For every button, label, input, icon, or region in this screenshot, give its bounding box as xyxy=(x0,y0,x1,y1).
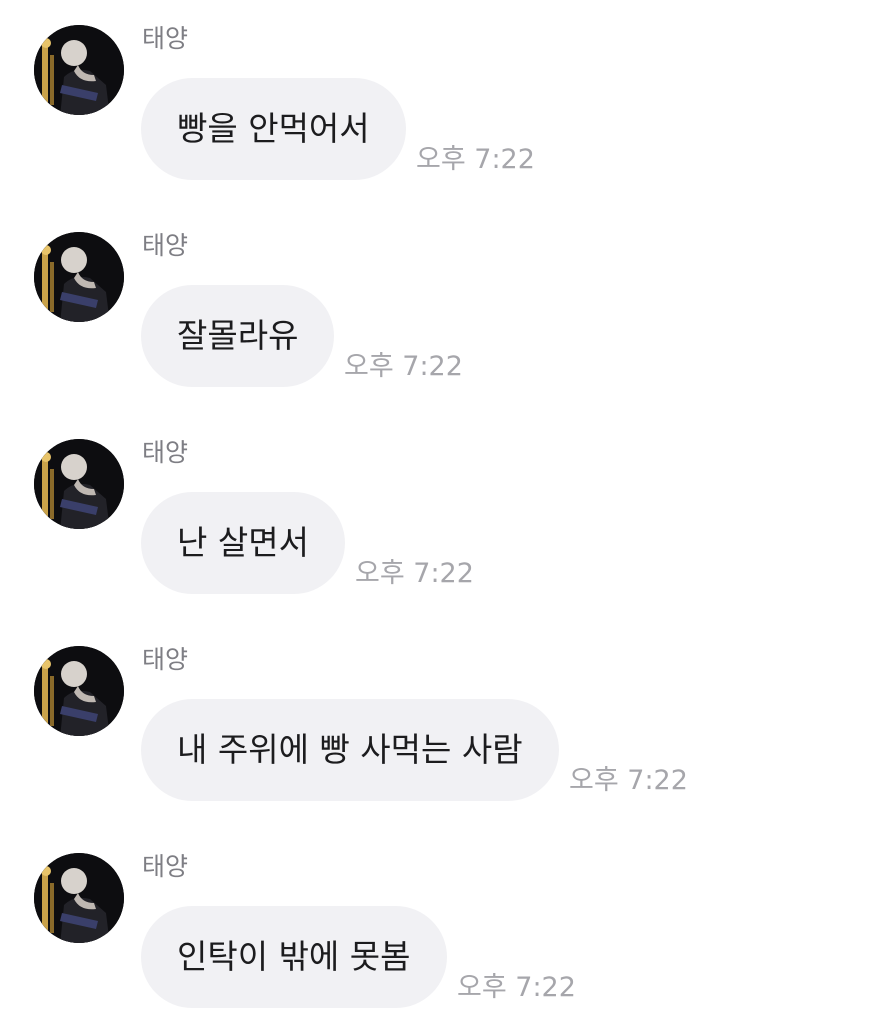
avatar[interactable] xyxy=(34,853,124,943)
avatar[interactable] xyxy=(34,232,124,322)
message-time: 오후 7:22 xyxy=(416,144,535,175)
avatar[interactable] xyxy=(34,25,124,115)
sender-name: 태양 xyxy=(142,438,189,467)
message-time: 오후 7:22 xyxy=(457,972,576,1003)
message-row: 태양 인탁이 밖에 못봄 오후 7:22 xyxy=(0,828,884,1018)
message-bubble[interactable]: 난 살면서 xyxy=(141,492,345,594)
profile-photo-icon xyxy=(34,232,124,322)
sender-name: 태양 xyxy=(142,645,189,674)
avatar[interactable] xyxy=(34,439,124,529)
message-time: 오후 7:22 xyxy=(355,558,474,589)
message-bubble[interactable]: 빵을 안먹어서 xyxy=(141,78,406,180)
message-bubble[interactable]: 잘몰라유 xyxy=(141,285,335,387)
message-row: 태양 난 살면서 오후 7:22 xyxy=(0,414,884,604)
message-bubble[interactable]: 내 주위에 빵 사먹는 사람 xyxy=(141,699,559,801)
sender-name: 태양 xyxy=(142,852,189,881)
avatar[interactable] xyxy=(34,646,124,736)
sender-name: 태양 xyxy=(142,231,189,260)
sender-name: 태양 xyxy=(142,24,189,53)
profile-photo-icon xyxy=(34,25,124,115)
profile-photo-icon xyxy=(34,646,124,736)
message-row: 태양 내 주위에 빵 사먹는 사람 오후 7:22 xyxy=(0,621,884,811)
message-row: 태양 잘몰라유 오후 7:22 xyxy=(0,207,884,397)
profile-photo-icon xyxy=(34,439,124,529)
message-row: 태양 빵을 안먹어서 오후 7:22 xyxy=(0,0,884,190)
message-time: 오후 7:22 xyxy=(569,765,688,796)
chat-message-list: 태양 빵을 안먹어서 오후 7:22 태양 잘몰라유 오후 7:22 태양 난 … xyxy=(0,0,884,1023)
message-time: 오후 7:22 xyxy=(344,351,463,382)
profile-photo-icon xyxy=(34,853,124,943)
message-bubble[interactable]: 인탁이 밖에 못봄 xyxy=(141,906,447,1008)
